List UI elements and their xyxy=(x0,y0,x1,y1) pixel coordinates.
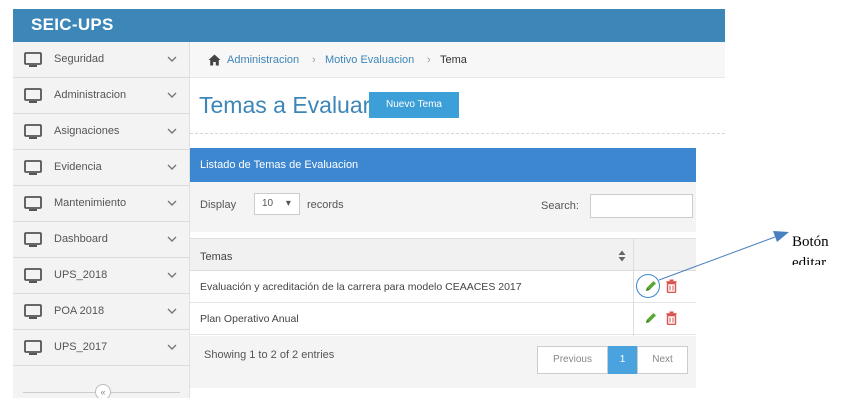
sort-icon[interactable] xyxy=(618,250,626,262)
pagination-previous[interactable]: Previous xyxy=(537,346,608,374)
brand-title: SEIC-UPS xyxy=(31,15,114,34)
top-bar: SEIC-UPS xyxy=(13,9,725,42)
breadcrumb: Administracion › Motivo Evaluacion › Tem… xyxy=(190,42,725,78)
trash-icon[interactable] xyxy=(666,311,677,325)
records-label: records xyxy=(307,199,344,211)
annotation-label: Botón editar xyxy=(792,232,829,265)
column-header-temas[interactable]: Temas xyxy=(200,251,232,263)
sidebar-item-label: UPS_2017 xyxy=(54,341,108,353)
breadcrumb-current: Tema xyxy=(440,54,467,66)
chevron-down-icon xyxy=(167,56,177,62)
sidebar-item-label: Administracion xyxy=(54,89,127,101)
pagination-next[interactable]: Next xyxy=(637,346,688,374)
chevron-down-icon xyxy=(167,344,177,350)
pencil-icon[interactable] xyxy=(644,311,658,325)
tema-cell: Plan Operativo Anual xyxy=(200,313,299,325)
sidebar-item-dashboard[interactable]: Dashboard xyxy=(13,222,190,258)
sidebar-item-label: Seguridad xyxy=(54,53,105,65)
sidebar-item-mantenimiento[interactable]: Mantenimiento xyxy=(13,186,190,222)
chevron-down-icon: ▾ xyxy=(285,198,291,209)
monitor-icon xyxy=(24,160,42,175)
tema-cell: Evaluación y acreditación de la carrera … xyxy=(200,281,522,293)
sidebar-item-label: Dashboard xyxy=(54,233,108,245)
chevron-down-icon xyxy=(167,164,177,170)
home-icon[interactable] xyxy=(208,54,221,66)
sidebar-collapse-button[interactable]: « xyxy=(95,384,111,398)
breadcrumb-link-administracion[interactable]: Administracion xyxy=(227,54,299,66)
table-row: Plan Operativo Anual xyxy=(190,303,696,335)
chevron-down-icon xyxy=(167,128,177,134)
page-length-select[interactable]: 10 ▾ xyxy=(254,193,300,215)
panel-heading: Listado de Temas de Evaluacion xyxy=(190,148,696,182)
breadcrumb-separator: › xyxy=(312,54,316,66)
table-info: Showing 1 to 2 of 2 entries xyxy=(204,349,335,361)
sidebar-item-seguridad[interactable]: Seguridad xyxy=(13,42,190,78)
pagination-page-1[interactable]: 1 xyxy=(608,346,637,374)
table-row: Evaluación y acreditación de la carrera … xyxy=(190,271,696,303)
monitor-icon xyxy=(24,88,42,103)
display-label: Display xyxy=(200,199,237,211)
sidebar-item-poa-2018[interactable]: POA 2018 xyxy=(13,294,190,330)
chevron-down-icon xyxy=(167,92,177,98)
search-label: Search: xyxy=(541,200,579,212)
monitor-icon xyxy=(24,124,42,139)
page-title: Temas a Evaluar xyxy=(199,92,371,118)
monitor-icon xyxy=(24,268,42,283)
sidebar-item-label: Asignaciones xyxy=(54,125,120,137)
breadcrumb-link-motivo-evaluacion[interactable]: Motivo Evaluacion xyxy=(325,54,414,66)
monitor-icon xyxy=(24,232,42,247)
sidebar-item-asignaciones[interactable]: Asignaciones xyxy=(13,114,190,150)
sidebar-item-label: UPS_2018 xyxy=(54,269,108,281)
monitor-icon xyxy=(24,196,42,211)
sidebar-item-evidencia[interactable]: Evidencia xyxy=(13,150,190,186)
monitor-icon xyxy=(24,340,42,355)
monitor-icon xyxy=(24,304,42,319)
annotation-line: Botón xyxy=(792,234,829,250)
edit-highlight-circle xyxy=(636,274,660,298)
chevron-down-icon xyxy=(167,308,177,314)
search-input[interactable] xyxy=(590,194,693,218)
new-tema-button[interactable]: Nuevo Tema xyxy=(369,92,459,118)
page-length-value: 10 xyxy=(262,198,274,209)
annotation-line: editar xyxy=(792,255,827,265)
trash-icon[interactable] xyxy=(666,279,677,293)
sidebar-item-ups-2018[interactable]: UPS_2018 xyxy=(13,258,190,294)
sidebar-item-label: Evidencia xyxy=(54,161,102,173)
sidebar: Seguridad Administracion Asignaciones Ev… xyxy=(13,42,190,398)
app-root: SEIC-UPS Seguridad Administracion Asigna… xyxy=(0,0,851,398)
sidebar-item-administracion[interactable]: Administracion xyxy=(13,78,190,114)
chevron-down-icon xyxy=(167,272,177,278)
chevron-down-icon xyxy=(167,200,177,206)
monitor-icon xyxy=(24,52,42,67)
sidebar-item-ups-2017[interactable]: UPS_2017 xyxy=(13,330,190,366)
breadcrumb-separator: › xyxy=(427,54,431,66)
sidebar-item-label: POA 2018 xyxy=(54,305,105,317)
sidebar-item-label: Mantenimiento xyxy=(54,197,127,209)
divider xyxy=(190,133,725,134)
chevron-down-icon xyxy=(167,236,177,242)
